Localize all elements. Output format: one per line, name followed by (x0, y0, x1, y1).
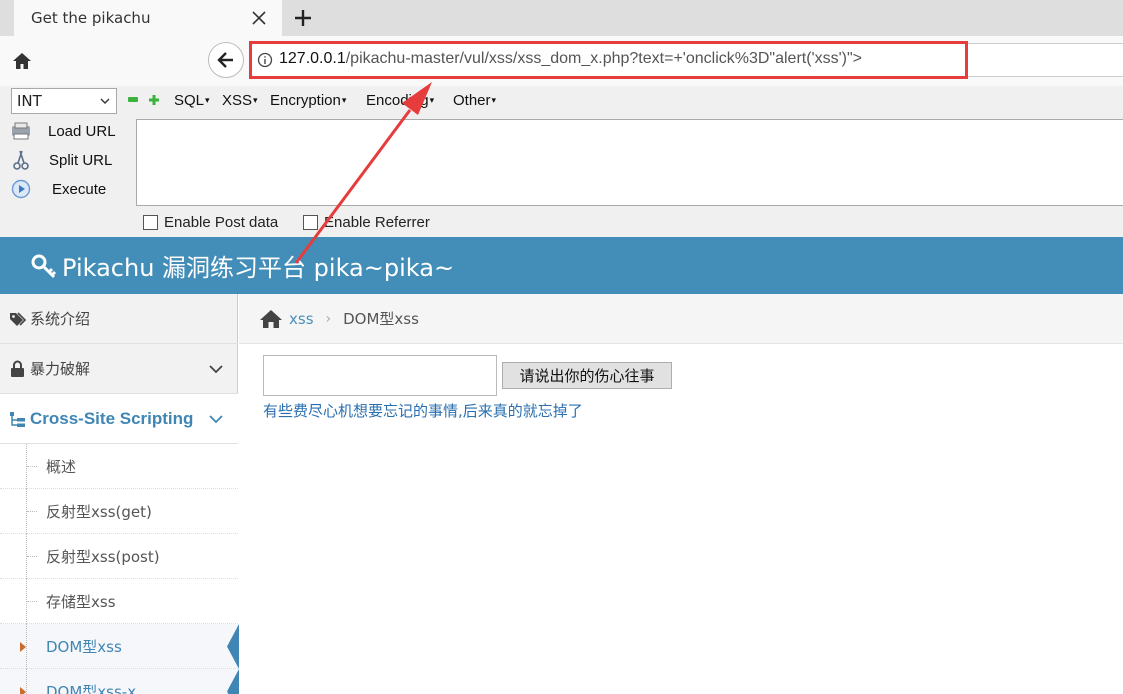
menu-xss[interactable]: XSS▾ (222, 92, 258, 109)
home-icon[interactable] (11, 50, 33, 72)
tab-strip: Get the pikachu (0, 0, 1123, 36)
browser-tab[interactable]: Get the pikachu (14, 0, 282, 36)
menu-encoding[interactable]: Encoding▾ (366, 92, 434, 109)
checkbox-box[interactable] (303, 215, 318, 230)
type-select-value: INT (17, 92, 42, 110)
active-marker (227, 669, 239, 694)
sidebar-subitem-dom[interactable]: DOM型xss (0, 624, 239, 669)
split-url-button[interactable]: Split URL (10, 148, 112, 172)
plus-icon[interactable] (148, 94, 160, 106)
sidebar: 系统介绍 暴力破解 Cross-Site Scripting 概述 反射型xss… (0, 294, 239, 694)
key-icon (31, 254, 57, 278)
enable-post-checkbox[interactable]: Enable Post data (143, 214, 278, 231)
back-button[interactable] (208, 42, 244, 78)
result-link[interactable]: 有些费尽心机想要忘记的事情,后来真的就忘掉了 (263, 400, 583, 421)
breadcrumb-separator-icon: › (325, 310, 332, 327)
caret-right-icon (20, 687, 26, 694)
close-icon[interactable] (250, 9, 268, 27)
menu-sql[interactable]: SQL▾ (174, 92, 210, 109)
checkbox-box[interactable] (143, 215, 158, 230)
tab-title: Get the pikachu (31, 9, 151, 27)
submit-button[interactable]: 请说出你的伤心往事 (502, 362, 672, 389)
breadcrumb-current: DOM型xss (343, 310, 419, 328)
site-header: Pikachu 漏洞练习平台 pika~pika~ (0, 237, 1123, 294)
breadcrumb: xss › DOM型xss (239, 294, 1123, 344)
sitemap-icon (10, 411, 25, 427)
sidebar-subitem-reflected-post[interactable]: 反射型xss(post) (0, 534, 238, 579)
type-select[interactable]: INT (11, 88, 117, 114)
url-textarea[interactable] (136, 119, 1123, 206)
load-url-button[interactable]: Load URL (10, 119, 116, 143)
hackbar-panel: INT SQL▾ XSS▾ Encryption▾ Encoding▾ Othe… (0, 86, 1123, 237)
back-arrow-icon (217, 52, 233, 68)
sidebar-subitem-overview[interactable]: 概述 (0, 444, 238, 489)
chevron-down-icon (209, 415, 223, 424)
text-input[interactable] (263, 355, 497, 396)
load-url-icon (12, 122, 30, 140)
play-icon (11, 179, 31, 199)
scissors-icon (13, 150, 29, 170)
sidebar-item-xss[interactable]: Cross-Site Scripting (0, 394, 238, 444)
sidebar-item-intro[interactable]: 系统介绍 (0, 294, 238, 344)
breadcrumb-link-xss[interactable]: xss (289, 310, 314, 328)
execute-button[interactable]: Execute (10, 177, 106, 201)
menu-other[interactable]: Other▾ (453, 92, 496, 109)
active-marker (227, 624, 239, 669)
annotation-highlight-box (249, 41, 968, 79)
minus-icon[interactable] (128, 97, 138, 102)
home-icon[interactable] (259, 308, 283, 330)
plus-icon[interactable] (292, 7, 314, 29)
tags-icon (10, 311, 27, 326)
menu-encryption[interactable]: Encryption▾ (270, 92, 346, 109)
sidebar-subitem-dom-x[interactable]: DOM型xss-x (0, 669, 239, 694)
sidebar-subitem-reflected-get[interactable]: 反射型xss(get) (0, 489, 238, 534)
caret-right-icon (20, 642, 26, 652)
sidebar-item-bruteforce[interactable]: 暴力破解 (0, 344, 238, 394)
lock-icon (11, 360, 24, 377)
nav-bar: 127.0.0.1/pikachu-master/vul/xss/xss_dom… (0, 36, 1123, 86)
sidebar-subitem-stored[interactable]: 存储型xss (0, 579, 238, 624)
enable-referrer-checkbox[interactable]: Enable Referrer (303, 214, 430, 231)
site-title: Pikachu 漏洞练习平台 pika~pika~ (62, 254, 455, 282)
chevron-down-icon (209, 365, 223, 374)
chevron-down-icon (100, 98, 110, 104)
